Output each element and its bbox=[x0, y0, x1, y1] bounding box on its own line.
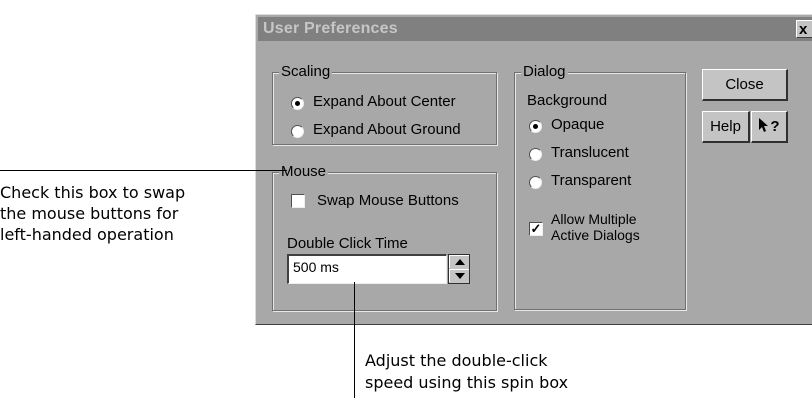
double-click-spin[interactable] bbox=[448, 254, 470, 284]
allow-multiple-label-2: Active Dialogs bbox=[551, 227, 640, 243]
arrow-pointer-icon bbox=[759, 118, 769, 132]
double-click-label: Double Click Time bbox=[287, 235, 408, 252]
dialog-title: User Preferences bbox=[263, 20, 398, 37]
user-preferences-dialog: User Preferences x Scaling Expand About … bbox=[255, 14, 812, 325]
background-label: Background bbox=[527, 92, 608, 109]
title-bar: User Preferences x bbox=[258, 17, 812, 41]
allow-multiple-label-1: Allow Multiple bbox=[551, 211, 637, 227]
opaque-radio[interactable] bbox=[529, 120, 542, 133]
expand-center-radio[interactable] bbox=[291, 97, 304, 110]
triangle-up-icon bbox=[455, 259, 465, 265]
mouse-group: Mouse Swap Mouse Buttons Double Click Ti… bbox=[272, 163, 497, 311]
double-click-value: 500 ms bbox=[293, 259, 339, 275]
bottom-annotation-line-1: Adjust the double-click bbox=[365, 351, 548, 370]
expand-ground-label: Expand About Ground bbox=[313, 121, 461, 138]
mouse-legend: Mouse bbox=[279, 163, 329, 180]
spin-up-button[interactable] bbox=[449, 255, 469, 268]
allow-multiple-checkbox[interactable]: ✓ bbox=[529, 222, 543, 236]
opaque-label: Opaque bbox=[551, 116, 605, 133]
scaling-group: Scaling Expand About Center Expand About… bbox=[272, 63, 497, 145]
left-callout-line bbox=[0, 170, 287, 171]
translucent-label: Translucent bbox=[551, 144, 629, 161]
left-annotation-line-2: the mouse buttons for bbox=[0, 204, 179, 223]
translucent-radio[interactable] bbox=[529, 148, 542, 161]
swap-mouse-checkbox[interactable] bbox=[291, 194, 305, 208]
spin-down-button[interactable] bbox=[449, 269, 469, 282]
question-mark-icon: ? bbox=[770, 118, 780, 135]
whats-this-button[interactable]: ? bbox=[751, 111, 788, 143]
bottom-annotation-line-2: speed using this spin box bbox=[365, 373, 569, 392]
left-annotation-line-1: Check this box to swap bbox=[0, 183, 186, 202]
bottom-callout-line bbox=[354, 282, 355, 398]
dialog-legend: Dialog bbox=[521, 63, 568, 80]
help-button-label: Help bbox=[710, 118, 741, 135]
triangle-down-icon bbox=[455, 273, 465, 279]
transparent-radio[interactable] bbox=[529, 176, 542, 189]
close-x-button[interactable]: x bbox=[796, 20, 812, 38]
scaling-legend: Scaling bbox=[279, 63, 333, 80]
transparent-label: Transparent bbox=[551, 172, 632, 189]
double-click-input[interactable]: 500 ms bbox=[287, 254, 447, 284]
close-button-label: Close bbox=[725, 76, 764, 93]
expand-ground-radio[interactable] bbox=[291, 125, 304, 138]
close-button[interactable]: Close bbox=[702, 69, 788, 101]
expand-center-label: Expand About Center bbox=[313, 93, 456, 110]
dialog-options-group: Dialog Background Opaque Translucent Tra… bbox=[514, 63, 686, 310]
help-button[interactable]: Help bbox=[702, 111, 750, 143]
swap-mouse-label: Swap Mouse Buttons bbox=[317, 192, 459, 209]
left-annotation-line-3: left-handed operation bbox=[0, 225, 174, 244]
